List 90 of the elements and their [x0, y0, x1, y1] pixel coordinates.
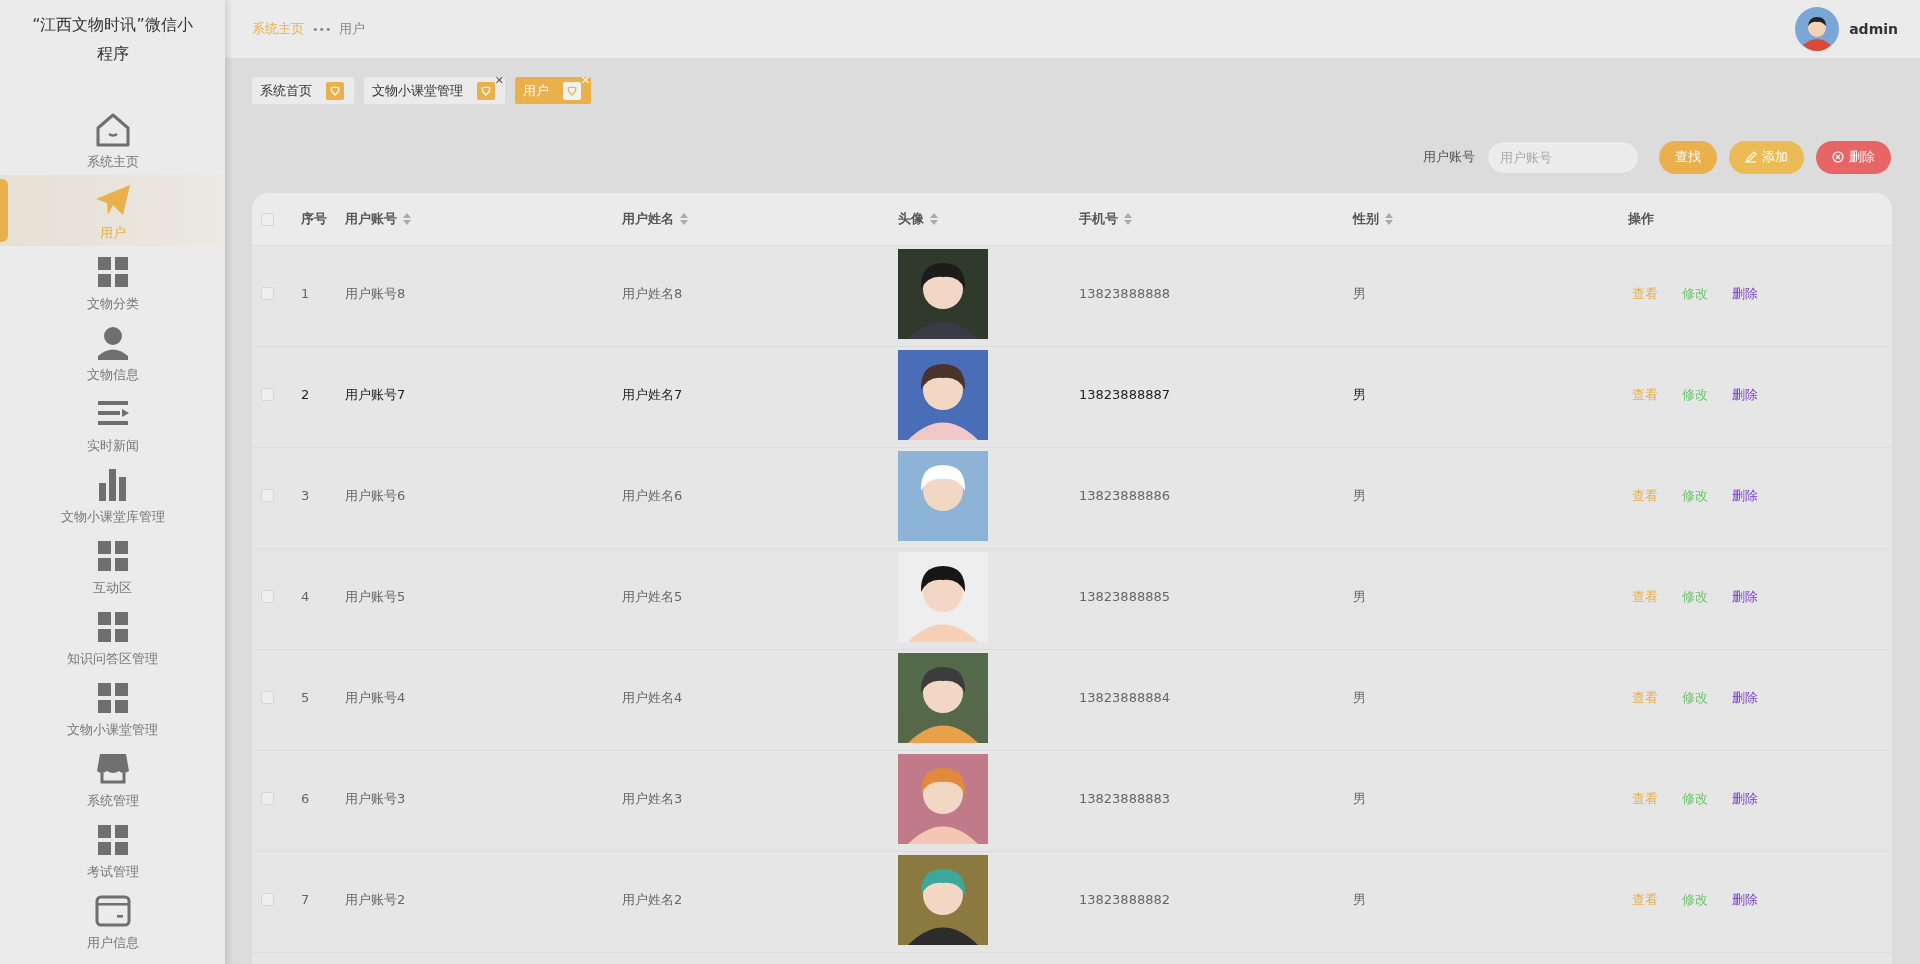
delete-link[interactable]: 删除 [1732, 284, 1758, 303]
table-cell: 用户姓名6 [622, 486, 683, 505]
shield-icon [326, 81, 344, 100]
delete-link[interactable]: 删除 [1732, 486, 1758, 505]
column-header[interactable]: 手机号 [1079, 210, 1118, 228]
user-name[interactable]: admin [1849, 21, 1898, 37]
delete-link[interactable]: 删除 [1732, 890, 1758, 909]
sort-icon[interactable] [1124, 213, 1132, 225]
table-cell: 用户姓名7 [622, 385, 683, 404]
row-checkbox[interactable] [261, 792, 274, 805]
table-cell: 7 [301, 892, 310, 907]
delete-link[interactable]: 删除 [1732, 688, 1758, 707]
sort-icon[interactable] [930, 213, 938, 225]
sort-icon[interactable] [1385, 213, 1393, 225]
sidebar-item[interactable]: 文物小课堂库管理 [0, 459, 225, 530]
table-cell: 用户姓名5 [622, 587, 683, 606]
sidebar-item[interactable]: 用户信息 [0, 885, 225, 956]
table-cell: 用户账号4 [345, 688, 406, 707]
table-cell: 6 [301, 791, 310, 806]
table-cell: 1 [301, 286, 310, 301]
delete-button[interactable]: 删除 [1816, 140, 1891, 174]
sidebar-item[interactable]: 互动区 [0, 530, 225, 601]
row-checkbox[interactable] [261, 489, 274, 502]
row-checkbox[interactable] [261, 388, 274, 401]
table-cell: 13823888884 [1079, 690, 1170, 705]
search-field[interactable]: 用户账号 [1487, 140, 1639, 174]
sidebar-item[interactable]: 实时新闻 [0, 388, 225, 459]
table-cell: 用户姓名4 [622, 688, 683, 707]
row-checkbox[interactable] [261, 287, 274, 300]
table-cell: 2 [301, 387, 310, 402]
table-cell: 用户账号3 [345, 789, 406, 808]
delete-link[interactable]: 删除 [1732, 789, 1758, 808]
breadcrumb-separator: ••• [312, 22, 332, 36]
app-title: “江西文物时讯”微信小程序 [31, 14, 194, 65]
shield-icon [563, 81, 581, 100]
table-cell: 4 [301, 589, 310, 604]
sidebar-item[interactable]: 知识问答区管理 [0, 601, 225, 672]
page-tab[interactable]: 系统首页 [252, 77, 354, 104]
table-cell: 男 [1353, 688, 1366, 707]
table-cell: 用户姓名2 [622, 890, 683, 909]
close-icon[interactable]: ✕ [494, 74, 504, 87]
table-cell: 男 [1353, 890, 1366, 909]
column-header: 序号 [301, 210, 327, 228]
table-cell: 13823888885 [1079, 589, 1170, 604]
column-header: 操作 [1628, 210, 1654, 228]
table-cell: 13823888888 [1079, 286, 1170, 301]
sidebar-item[interactable]: 系统管理 [0, 743, 225, 814]
row-checkbox[interactable] [261, 893, 274, 906]
search-label: 用户账号 [1423, 148, 1475, 166]
sidebar-item[interactable]: 文物分类 [0, 246, 225, 317]
pen-icon [1745, 151, 1757, 163]
table-cell: 用户账号6 [345, 486, 406, 505]
row-checkbox[interactable] [261, 590, 274, 603]
table-cell: 男 [1353, 284, 1366, 303]
sort-icon[interactable] [403, 213, 411, 225]
sidebar-item[interactable]: 文物小课堂管理 [0, 672, 225, 743]
table-cell: 用户账号8 [345, 284, 406, 303]
sort-icon[interactable] [680, 213, 688, 225]
table-cell: 男 [1353, 587, 1366, 606]
breadcrumb-item: 用户 [339, 20, 366, 38]
page-tab[interactable]: 文物小课堂管理 ✕ [364, 77, 505, 104]
table-cell: 13823888886 [1079, 488, 1170, 503]
table-cell: 13823888883 [1079, 791, 1170, 806]
avatar[interactable] [1795, 7, 1840, 51]
table-cell: 用户姓名8 [622, 284, 683, 303]
sidebar-item[interactable]: 文物信息 [0, 317, 225, 388]
table-cell: 用户账号7 [345, 385, 406, 404]
table-cell: 男 [1353, 385, 1366, 404]
table-cell: 用户姓名3 [622, 789, 683, 808]
sidebar-item[interactable]: 系统主页 [0, 104, 225, 175]
active-indicator [0, 179, 8, 242]
delete-link[interactable]: 删除 [1732, 385, 1758, 404]
table-cell: 3 [301, 488, 310, 503]
select-all-checkbox[interactable] [261, 212, 274, 226]
table-cell: 男 [1353, 789, 1366, 808]
sidebar-item[interactable]: 考试管理 [0, 814, 225, 885]
table-cell: 用户账号2 [345, 890, 406, 909]
table-cell: 5 [301, 690, 310, 705]
table-cell: 13823888882 [1079, 892, 1170, 907]
table-cell: 男 [1353, 486, 1366, 505]
row-checkbox[interactable] [261, 691, 274, 704]
close-circle-icon [1832, 151, 1844, 163]
delete-link[interactable]: 删除 [1732, 587, 1758, 606]
column-header[interactable]: 头像 [898, 210, 924, 228]
table-cell: 13823888887 [1079, 387, 1170, 402]
column-header[interactable]: 用户账号 [345, 210, 397, 228]
shield-icon [477, 81, 495, 100]
column-header[interactable]: 性别 [1353, 210, 1379, 228]
table-cell: 用户账号5 [345, 587, 406, 606]
column-header[interactable]: 用户姓名 [622, 210, 674, 228]
